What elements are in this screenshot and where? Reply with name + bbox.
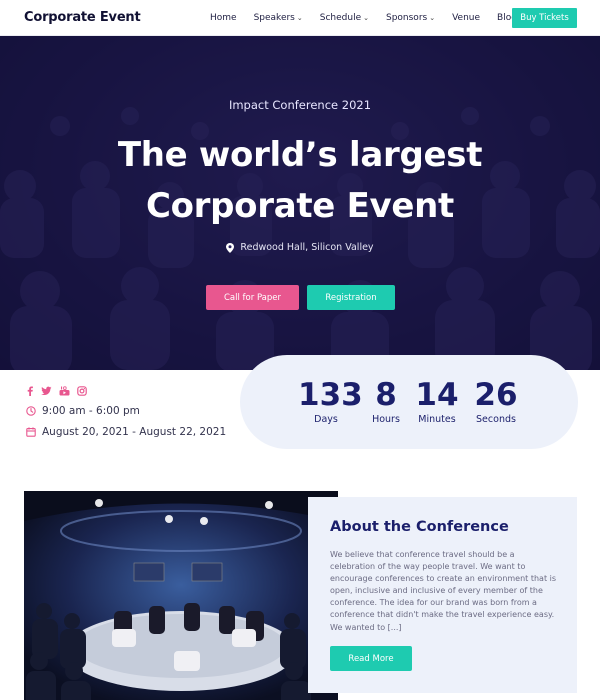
countdown-value: 26 bbox=[474, 377, 518, 413]
nav-label: Schedule bbox=[319, 13, 362, 23]
event-time-text: 9:00 am - 6:00 pm bbox=[42, 405, 140, 417]
countdown-value: 8 bbox=[375, 377, 397, 413]
calendar-icon bbox=[26, 427, 36, 437]
chevron-down-icon: ⌄ bbox=[429, 14, 436, 22]
countdown-label: Days bbox=[314, 414, 338, 425]
main-menu: Home Speakers ⌄ Schedule ⌄ Sponsors ⌄ Venue… bbox=[210, 0, 534, 36]
event-dates: August 20, 2021 - August 22, 2021 bbox=[26, 426, 226, 438]
hero-title: The world’s largest Corporate Event bbox=[0, 130, 600, 232]
hero-subtitle: Impact Conference 2021 bbox=[228, 98, 372, 112]
countdown-label: Hours bbox=[372, 414, 400, 425]
hero-section: Impact Conference 2021 The world’s large… bbox=[0, 36, 600, 370]
nav-label: Speakers bbox=[253, 13, 295, 23]
nav-item-venue[interactable]: Venue bbox=[452, 13, 480, 23]
countdown-days: 133 Days bbox=[298, 377, 363, 425]
chevron-down-icon: ⌄ bbox=[363, 14, 369, 22]
clock-icon bbox=[26, 406, 36, 416]
registration-button[interactable]: Registration bbox=[307, 285, 395, 310]
map-pin-icon bbox=[226, 242, 235, 253]
hero-location: Redwood Hall, Silicon Valley bbox=[0, 242, 600, 253]
about-conference-card: About the Conference We believe that con… bbox=[308, 497, 577, 693]
buy-tickets-button[interactable]: Buy Tickets bbox=[512, 8, 577, 28]
nav-label: Home bbox=[210, 13, 237, 23]
facebook-icon[interactable] bbox=[26, 386, 34, 396]
location-text: Redwood Hall, Silicon Valley bbox=[240, 242, 374, 253]
social-links bbox=[26, 386, 94, 396]
countdown-value: 14 bbox=[415, 377, 459, 413]
countdown-label: Minutes bbox=[418, 414, 456, 425]
conference-photo bbox=[24, 491, 338, 700]
panel-stage-image bbox=[24, 491, 338, 700]
countdown-seconds: 26 Seconds bbox=[472, 377, 520, 425]
site-logo[interactable]: Corporate Event bbox=[24, 10, 141, 25]
twitter-icon[interactable] bbox=[41, 386, 52, 396]
hero-title-line: The world’s largest bbox=[117, 135, 483, 175]
about-title: About the Conference bbox=[330, 519, 509, 535]
top-navbar: Corporate Event Home Speakers ⌄ Schedule ⌄… bbox=[0, 0, 600, 36]
event-dates-text: August 20, 2021 - August 22, 2021 bbox=[42, 426, 227, 438]
nav-item-home[interactable]: Home bbox=[210, 13, 237, 23]
countdown-timer: 133 Days 8 Hours 14 Minutes 26 Seconds bbox=[240, 355, 578, 449]
read-more-button[interactable]: Read More bbox=[330, 646, 412, 671]
countdown-value: 133 bbox=[298, 377, 363, 413]
youtube-icon[interactable] bbox=[59, 386, 70, 396]
nav-label: Venue bbox=[452, 13, 481, 23]
event-time: 9:00 am - 6:00 pm bbox=[26, 405, 140, 417]
call-for-paper-button[interactable]: Call for Paper bbox=[206, 285, 299, 310]
instagram-icon[interactable] bbox=[77, 386, 87, 396]
nav-item-schedule[interactable]: Schedule ⌄ bbox=[320, 13, 369, 23]
nav-item-speakers[interactable]: Speakers ⌄ bbox=[254, 13, 303, 23]
about-description: We believe that conference travel should… bbox=[330, 550, 557, 632]
countdown-hours: 8 Hours bbox=[368, 377, 404, 425]
nav-item-sponsors[interactable]: Sponsors ⌄ bbox=[386, 13, 435, 23]
hero-title-line: Corporate Event bbox=[145, 186, 455, 226]
chevron-down-icon: ⌄ bbox=[296, 14, 303, 22]
nav-label: Sponsors bbox=[385, 13, 428, 23]
countdown-minutes: 14 Minutes bbox=[413, 377, 461, 425]
countdown-label: Seconds bbox=[476, 414, 516, 425]
